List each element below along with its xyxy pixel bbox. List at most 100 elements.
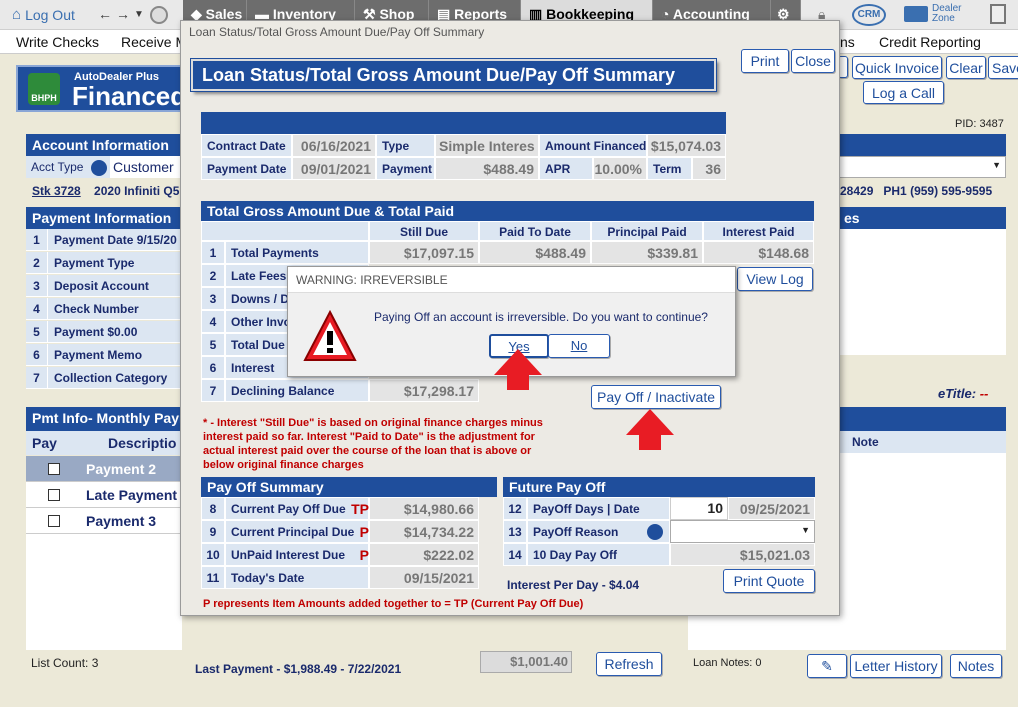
pay-checkbox[interactable] bbox=[48, 515, 60, 527]
row-label: Payment Memo bbox=[54, 348, 143, 362]
row-number: 4 bbox=[26, 298, 48, 319]
last-payment-label: Last Payment - $1,988.49 - 7/22/2021 bbox=[195, 662, 402, 676]
letter-history-button[interactable]: Letter History bbox=[850, 654, 942, 678]
row-number: 2 bbox=[201, 264, 225, 287]
acct-type-info-icon[interactable] bbox=[90, 159, 107, 176]
list-count: List Count: 3 bbox=[31, 656, 99, 670]
payment-info-row[interactable]: 3 Deposit Account bbox=[26, 275, 182, 297]
paid-to-date-value: $488.49 bbox=[479, 241, 591, 264]
refresh-button[interactable]: Refresh bbox=[596, 652, 662, 676]
payment-info-row[interactable]: 5 Payment $0.00 bbox=[26, 321, 182, 343]
forward-arrow-icon[interactable]: → bbox=[116, 6, 130, 22]
totals-header: Total Gross Amount Due & Total Paid bbox=[201, 201, 814, 221]
clear-button[interactable]: Clear bbox=[946, 56, 986, 79]
row-number: 6 bbox=[26, 344, 48, 365]
log-a-call-button[interactable]: Log a Call bbox=[863, 81, 944, 104]
bhph-badge: BHPH bbox=[28, 73, 60, 105]
acct-type-value[interactable]: Customer bbox=[110, 156, 182, 178]
user-avatar-icon[interactable] bbox=[150, 6, 168, 24]
dialog-window-title: Loan Status/Total Gross Amount Due/Pay O… bbox=[189, 25, 485, 39]
menu-receive[interactable]: Receive M bbox=[121, 34, 187, 50]
payment-info-row[interactable]: 4 Check Number bbox=[26, 298, 182, 320]
amount-financed-label: Amount Financed bbox=[539, 134, 647, 157]
dialog-heading: Loan Status/Total Gross Amount Due/Pay O… bbox=[190, 58, 717, 92]
tp-note: P represents Item Amounts added together… bbox=[203, 598, 584, 610]
row-number: 1 bbox=[26, 229, 48, 250]
view-log-button[interactable]: View Log bbox=[737, 267, 813, 291]
row-number: 10 bbox=[201, 543, 225, 566]
payoff-summary-header: Pay Off Summary bbox=[201, 477, 497, 497]
crm-icon: CRM bbox=[852, 4, 886, 26]
pmt-description: Payment 2 bbox=[86, 461, 157, 477]
payment-date-value: 09/01/2021 bbox=[292, 157, 376, 180]
pmt-info-row[interactable]: Payment 3 bbox=[26, 508, 182, 534]
back-arrow-icon[interactable]: ← bbox=[98, 6, 112, 22]
payoff-reason-info-icon[interactable] bbox=[647, 524, 663, 540]
quick-invoice-button[interactable]: Quick Invoice bbox=[852, 56, 942, 79]
pmt-description: Payment 3 bbox=[86, 513, 157, 529]
right-loan-notes-header bbox=[838, 407, 1006, 431]
menu-write-checks[interactable]: Write Checks bbox=[16, 34, 99, 50]
payment-info-row[interactable]: 1 Payment Date 9/15/20 bbox=[26, 229, 182, 251]
warning-message: Paying Off an account is irreversible. D… bbox=[374, 310, 708, 324]
chevron-down-icon: ▼ bbox=[992, 160, 1001, 170]
payment-info-row[interactable]: 2 Payment Type bbox=[26, 252, 182, 274]
row-number: 8 bbox=[201, 497, 225, 520]
payoff-days-label: PayOff Days | Date bbox=[527, 497, 670, 520]
loan-notes-count: Loan Notes: 0 bbox=[693, 657, 762, 669]
payoff-reason-label: PayOff Reason bbox=[527, 520, 670, 543]
note-column-header: Note bbox=[838, 431, 1006, 453]
amount-box: $1,001.40 bbox=[480, 651, 572, 673]
row-number: 9 bbox=[201, 520, 225, 543]
save-button[interactable]: Save bbox=[988, 56, 1018, 79]
payment-info-row[interactable]: 6 Payment Memo bbox=[26, 344, 182, 366]
dealer-zone-button[interactable]: Dealer Zone bbox=[904, 4, 964, 24]
pay-checkbox[interactable] bbox=[48, 489, 60, 501]
no-button[interactable]: No bbox=[548, 334, 610, 358]
pmt-info-header: Pmt Info- Monthly Paym bbox=[26, 407, 182, 431]
row-number: 3 bbox=[26, 275, 48, 296]
payment-date-label: Payment Date bbox=[201, 157, 292, 180]
col-principal-paid: Principal Paid bbox=[591, 221, 703, 241]
payoff-date-value: 09/25/2021 bbox=[728, 497, 815, 520]
right-header-bar bbox=[838, 134, 1006, 156]
print-quote-button[interactable]: Print Quote bbox=[723, 569, 815, 593]
payment-info-row[interactable]: 7 Collection Category bbox=[26, 367, 182, 389]
right-select[interactable]: ▼ bbox=[838, 156, 1006, 178]
payoff-row-value: $222.02 bbox=[369, 543, 479, 566]
pmt-info-row[interactable]: Late Payment bbox=[26, 482, 182, 508]
item-flag: P bbox=[359, 524, 369, 540]
menu-partial[interactable]: ns bbox=[840, 34, 855, 50]
sign-pen-button[interactable]: ✎ bbox=[807, 654, 847, 678]
row-num-13: 13 bbox=[503, 520, 527, 543]
logout-link[interactable]: ⌂ Log Out bbox=[12, 6, 75, 23]
interest-footnote: * - Interest "Still Due" is based on ori… bbox=[203, 417, 543, 471]
calculator-icon[interactable] bbox=[990, 4, 1006, 24]
notes-button[interactable]: Notes bbox=[950, 654, 1002, 678]
row-number: 1 bbox=[201, 241, 225, 264]
crm-button[interactable]: CRM bbox=[852, 4, 886, 26]
back-forward-arrows[interactable]: ← → ▼ bbox=[98, 6, 144, 22]
contact-line: 28429 PH1 (959) 595-9595 bbox=[840, 184, 993, 198]
payoff-days-input[interactable]: 10 bbox=[670, 497, 728, 520]
row-num-12: 12 bbox=[503, 497, 527, 520]
col-paid-to-date: Paid To Date bbox=[479, 221, 591, 241]
item-flag: P bbox=[359, 547, 369, 563]
chevron-down-icon: ▼ bbox=[801, 525, 810, 535]
payoff-reason-select[interactable]: ▼ bbox=[670, 520, 815, 543]
dropdown-caret-icon[interactable]: ▼ bbox=[134, 9, 144, 20]
warning-icon bbox=[302, 309, 358, 366]
close-button[interactable]: Close bbox=[791, 49, 835, 73]
card-icon bbox=[904, 6, 928, 22]
right-notes-area bbox=[838, 229, 1006, 355]
totals-row-label: Declining Balance bbox=[225, 379, 369, 402]
row-label: Payment Date 9/15/20 bbox=[54, 233, 177, 247]
pmt-info-row[interactable]: Payment 2 bbox=[26, 456, 182, 482]
payoff-inactivate-button[interactable]: Pay Off / Inactivate bbox=[591, 385, 721, 409]
still-due-value: $17,097.15 bbox=[369, 241, 479, 264]
payment-value: $488.49 bbox=[435, 157, 539, 180]
totals-row-label: Total Payments bbox=[225, 241, 369, 264]
pay-checkbox[interactable] bbox=[48, 463, 60, 475]
menu-credit-reporting[interactable]: Credit Reporting bbox=[879, 34, 981, 50]
print-button[interactable]: Print bbox=[741, 49, 789, 73]
